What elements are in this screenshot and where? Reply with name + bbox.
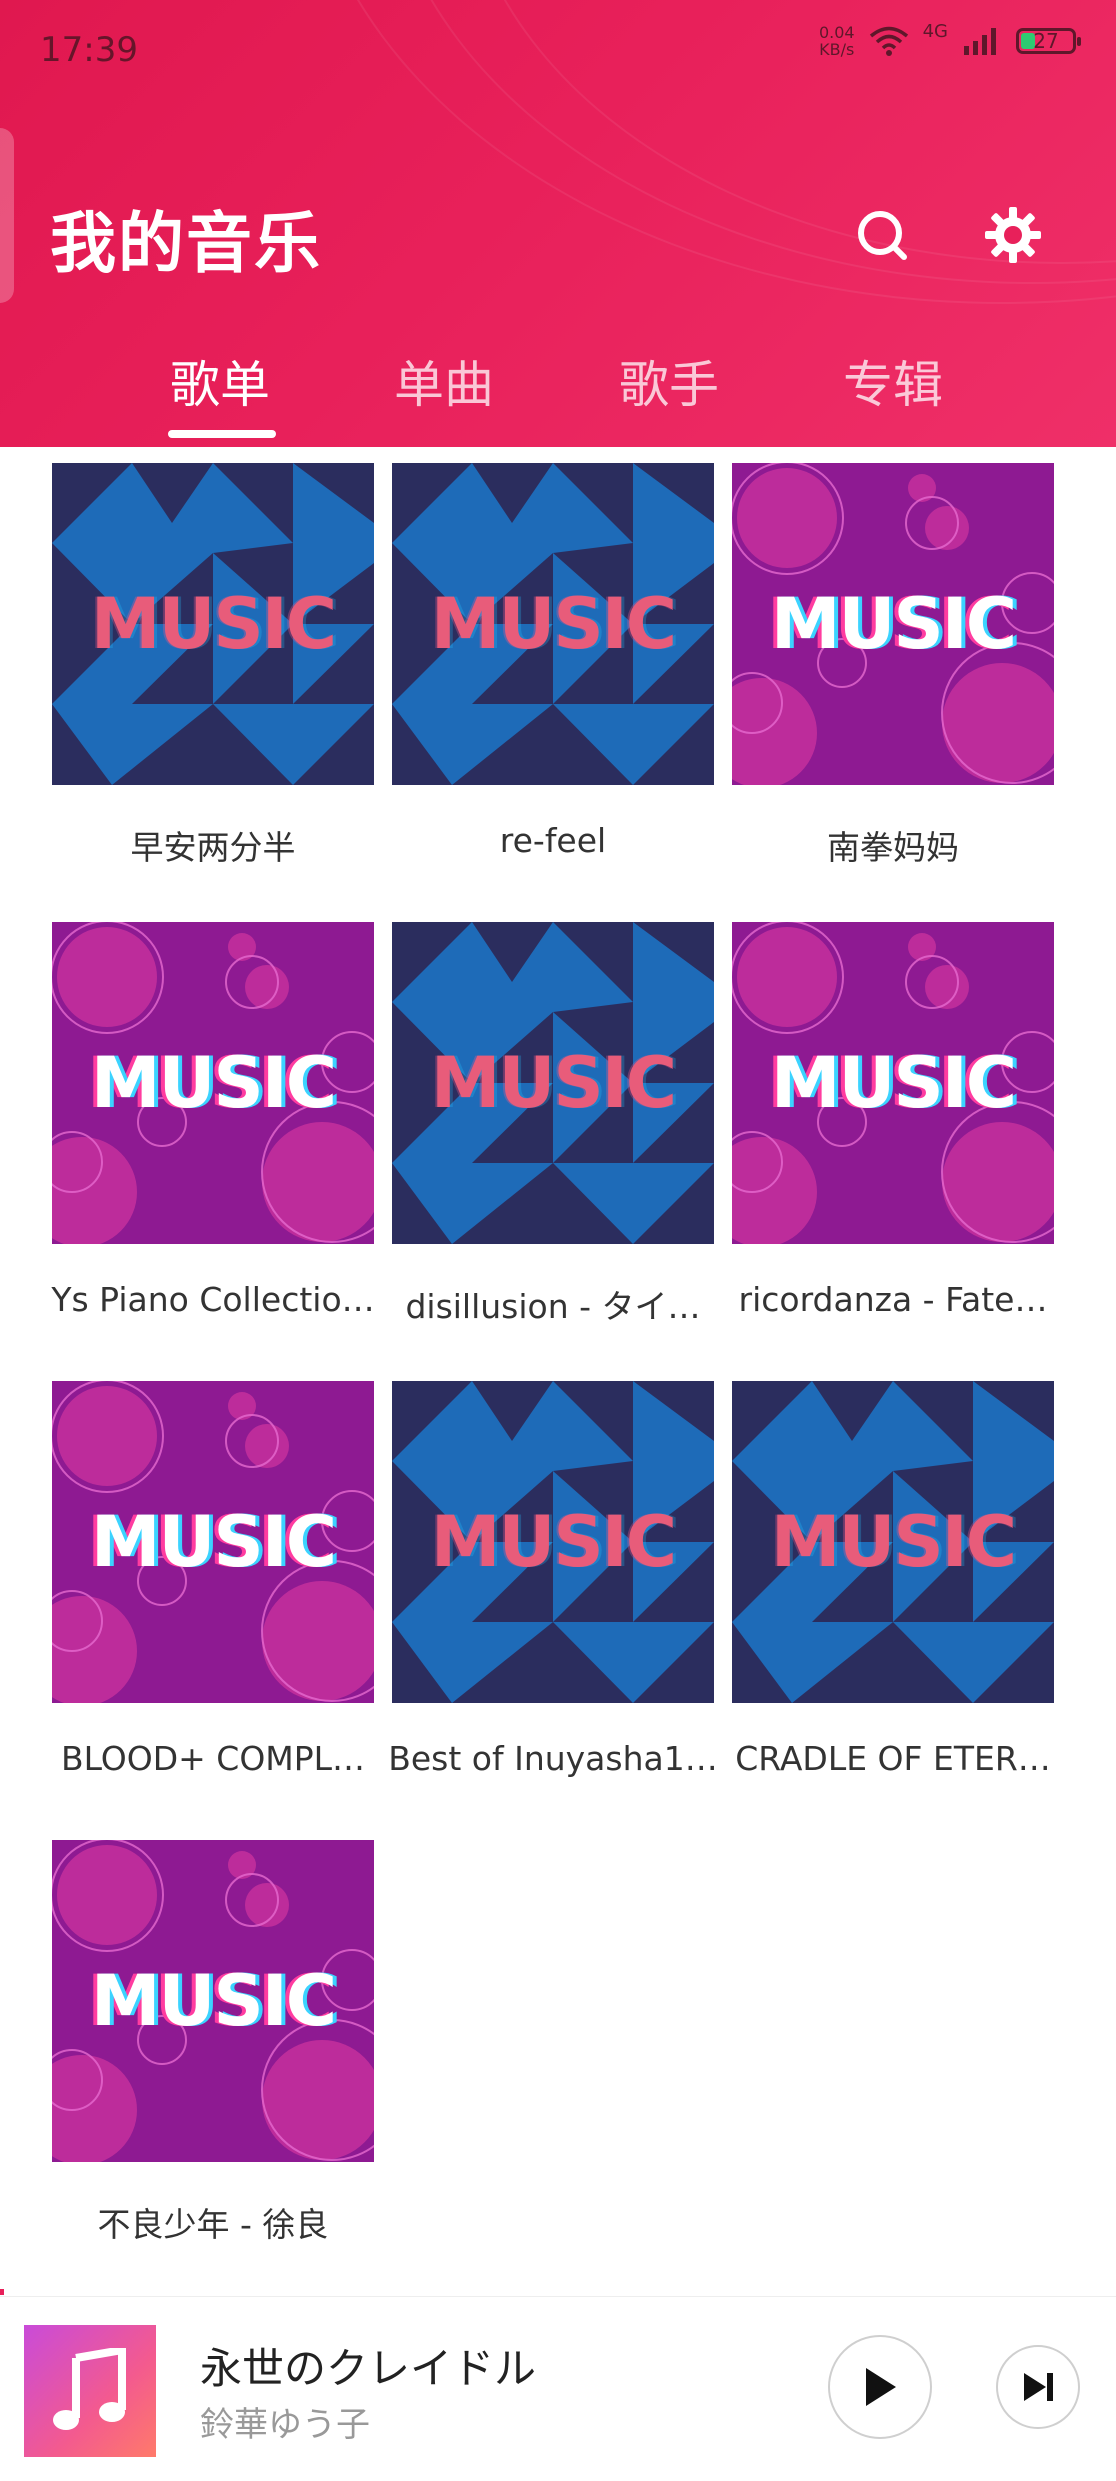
cover-text: MUSIC [770,583,1017,665]
cover-text: MUSIC [90,583,337,665]
playlist-cover[interactable]: MUSIC [732,922,1054,1244]
playlist-title: CRADLE OF ETER… [735,1739,1051,1778]
signal-icon [964,28,996,55]
settings-button[interactable] [978,200,1048,270]
playlist-card[interactable]: MUSIC re-feel [392,463,714,860]
playlist-title: 不良少年 - 徐良 [97,2205,329,2244]
playlist-title: 南拳妈妈 [827,828,959,867]
playlist-title: re-feel [499,821,607,860]
cover-text: MUSIC [90,1501,337,1583]
status-time: 17:39 [40,30,138,70]
search-icon [858,211,907,260]
side-drawer-handle[interactable] [0,128,14,303]
playlist-title: 早安两分半 [130,828,296,867]
music-note-icon [53,2348,126,2430]
network-speed: 0.04 KB/s [819,24,855,58]
now-playing-artist: 鈴華ゆう子 [200,2405,370,2445]
progress-indicator [0,2289,4,2295]
playlist-cover[interactable]: MUSIC [52,922,374,1244]
playlist-card[interactable]: MUSIC 早安两分半 [52,463,374,869]
tab-bar: 歌单 单曲 歌手 专辑 [0,345,1116,445]
skip-next-icon [1024,2373,1053,2401]
playlist-card[interactable]: MUSIC CRADLE OF ETER… [732,1381,1054,1778]
playlist-cover[interactable]: MUSIC [732,463,1054,785]
cover-text: MUSIC [90,1960,337,2042]
playlist-title: Best of Inuyasha1… [388,1739,718,1778]
tab-playlists[interactable]: 歌单 [170,345,270,417]
play-icon [866,2368,896,2406]
page-title: 我的音乐 [50,205,322,282]
cover-text: MUSIC [430,1501,677,1583]
playlist-card[interactable]: MUSIC Best of Inuyasha1… [388,1381,718,1778]
playlist-cover[interactable]: MUSIC [52,1381,374,1703]
search-button[interactable] [847,200,917,270]
tab-artists[interactable]: 歌手 [619,345,719,417]
cover-text: MUSIC [430,1042,677,1124]
network-speed-unit: KB/s [819,40,855,59]
battery-level: 27 [1033,29,1059,53]
playlist-cover[interactable]: MUSIC [52,463,374,785]
gear-icon [985,207,1041,263]
playlist-cover[interactable]: MUSIC [392,1381,714,1703]
playlist-card[interactable]: MUSIC 不良少年 - 徐良 [52,1840,374,2246]
playlist-card[interactable]: MUSIC BLOOD+ COMPL… [52,1381,374,1778]
playlist-card[interactable]: MUSIC 南拳妈妈 [732,463,1054,869]
playlist-card[interactable]: MUSIC ricordanza - Fate… [732,922,1054,1319]
status-bar-right: 0.04 KB/s 4G 27 [819,20,1081,58]
playlist-cover[interactable]: MUSIC [392,922,714,1244]
playlist-card[interactable]: MUSIC disillusion - タイ… [392,922,714,1328]
network-type: 4G [922,20,948,42]
now-playing-cover[interactable] [24,2325,156,2457]
mini-player[interactable]: 永世のクレイドル 鈴華ゆう子 [0,2289,1116,2481]
playlist-card[interactable]: MUSIC Ys Piano Collectio… [51,922,375,1319]
playlist-title: ricordanza - Fate… [738,1280,1048,1319]
playlist-cover[interactable]: MUSIC [52,1840,374,2162]
cover-text: MUSIC [770,1501,1017,1583]
playlist-cover[interactable]: MUSIC [392,463,714,785]
next-button[interactable] [996,2345,1080,2429]
battery-icon: 27 [1016,28,1081,54]
playlist-title: Ys Piano Collectio… [51,1280,375,1319]
network-speed-value: 0.04 [818,23,855,42]
now-playing-title: 永世のクレイドル [200,2344,537,2393]
playlist-title: disillusion - タイ… [405,1287,701,1326]
tab-songs[interactable]: 单曲 [394,345,494,417]
active-tab-indicator [168,430,276,438]
cover-text: MUSIC [430,583,677,665]
tab-albums[interactable]: 专辑 [843,345,943,417]
cover-text: MUSIC [770,1042,1017,1124]
wifi-icon [869,26,908,56]
playlist-cover[interactable]: MUSIC [732,1381,1054,1703]
playlist-title: BLOOD+ COMPL… [60,1739,366,1778]
cover-text: MUSIC [90,1042,337,1124]
play-button[interactable] [828,2335,932,2439]
app-header: 17:39 0.04 KB/s 4G 27 我的音乐 歌单 单曲 歌手 专辑 [0,0,1116,447]
